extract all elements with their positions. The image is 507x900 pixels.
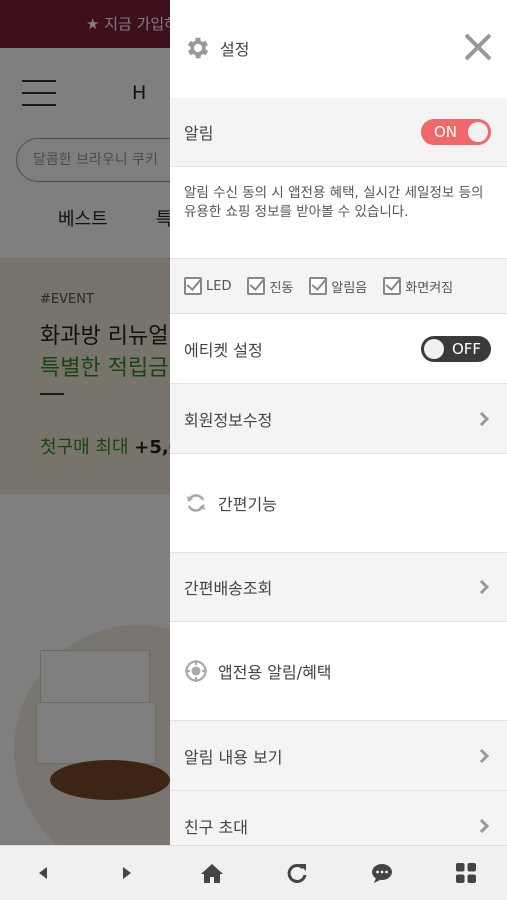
member-edit-row[interactable]: 회원정보수정 xyxy=(170,384,507,454)
option-label: 진동 xyxy=(269,280,294,296)
grid-menu-icon[interactable] xyxy=(451,858,481,888)
invite-friends-row[interactable]: 친구 초대 xyxy=(170,791,507,845)
notification-toggle[interactable]: ON xyxy=(421,119,491,145)
back-icon[interactable] xyxy=(28,858,58,888)
option-sound[interactable]: 알림음 xyxy=(309,277,367,296)
home-icon[interactable] xyxy=(197,858,227,888)
drawer-header: 설정 xyxy=(170,0,507,98)
quick-section-header: 간편기능 xyxy=(170,454,507,553)
invite-friends-label: 친구 초대 xyxy=(184,818,248,837)
checkbox-icon[interactable] xyxy=(309,277,328,295)
refresh-icon[interactable] xyxy=(282,858,312,888)
quick-section-label: 간편기능 xyxy=(218,495,277,514)
delivery-check-label: 간편배송조회 xyxy=(184,579,273,598)
etiquette-row: 에티켓 설정 OFF xyxy=(170,314,507,384)
option-label: LED xyxy=(206,278,232,294)
option-vibration[interactable]: 진동 xyxy=(247,277,293,296)
view-notifications-row[interactable]: 알림 내용 보기 xyxy=(170,721,507,791)
option-label: 알림음 xyxy=(331,280,368,296)
member-edit-label: 회원정보수정 xyxy=(184,410,273,430)
refresh-icon xyxy=(187,494,205,512)
app-section-header: 앱전용 알림/혜택 xyxy=(170,622,507,721)
toggle-knob xyxy=(468,122,488,142)
notification-description: 알림 수신 동의 시 앱전용 혜택, 실시간 세일정보 등의 유용한 쇼핑 정보… xyxy=(170,167,507,259)
chat-icon[interactable] xyxy=(367,858,397,888)
toggle-knob xyxy=(424,338,444,359)
delivery-check-row[interactable]: 간편배송조회 xyxy=(170,553,507,622)
toggle-state-label: OFF xyxy=(451,339,481,358)
drawer-title: 설정 xyxy=(220,40,250,59)
checkbox-icon[interactable] xyxy=(383,277,402,295)
bottom-toolbar xyxy=(0,845,507,900)
option-led[interactable]: LED xyxy=(184,277,231,295)
drawer-title-group: 설정 xyxy=(184,34,249,62)
checkbox-icon[interactable] xyxy=(247,277,266,295)
close-icon[interactable] xyxy=(461,30,495,64)
option-label: 화면켜짐 xyxy=(405,280,454,296)
view-notifications-label: 알림 내용 보기 xyxy=(184,747,283,767)
gear-icon xyxy=(187,37,209,59)
app-section-label: 앱전용 알림/혜택 xyxy=(218,663,332,682)
notification-options: LED 진동 알림음 화면켜짐 xyxy=(170,259,507,314)
settings-drawer: 설정 알림 ON 알림 수신 동의 시 앱전용 혜택, 실시간 세일정보 등의 … xyxy=(170,0,507,845)
etiquette-toggle[interactable]: OFF xyxy=(421,335,491,362)
toggle-state-label: ON xyxy=(434,123,458,141)
forward-icon[interactable] xyxy=(112,858,142,888)
notification-row: 알림 ON xyxy=(170,98,507,167)
checkbox-icon[interactable] xyxy=(184,277,202,295)
target-icon xyxy=(185,660,207,682)
option-screen-on[interactable]: 화면켜짐 xyxy=(383,277,453,296)
